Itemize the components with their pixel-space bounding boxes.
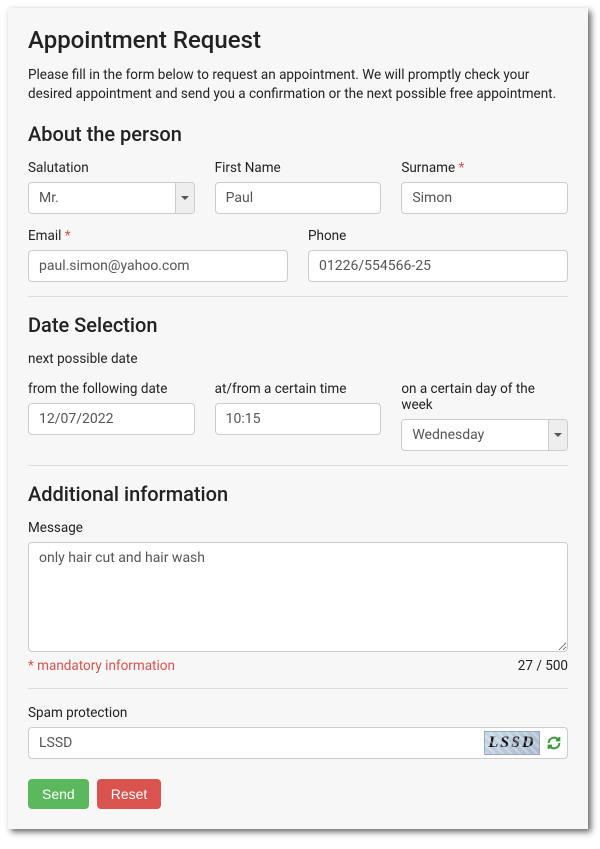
message-label: Message bbox=[28, 520, 568, 536]
intro-text: Please fill in the form below to request… bbox=[28, 66, 568, 104]
reset-button[interactable]: Reset bbox=[97, 779, 162, 809]
weekday-label: on a certain day of the week bbox=[401, 381, 568, 413]
appointment-form: Appointment Request Please fill in the f… bbox=[8, 8, 588, 829]
divider bbox=[28, 296, 568, 297]
captcha-image: LSSD bbox=[484, 731, 540, 755]
weekday-select[interactable]: Wednesday bbox=[401, 419, 568, 451]
surname-input[interactable] bbox=[401, 182, 568, 214]
refresh-captcha-icon[interactable] bbox=[546, 735, 562, 751]
firstname-input[interactable] bbox=[215, 182, 382, 214]
from-date-input[interactable] bbox=[28, 403, 195, 435]
char-counter: 27 / 500 bbox=[518, 658, 568, 674]
section-date-heading: Date Selection bbox=[28, 313, 568, 337]
from-time-label: at/from a certain time bbox=[215, 381, 382, 397]
email-label: Email * bbox=[28, 228, 288, 244]
section-person-heading: About the person bbox=[28, 122, 568, 146]
send-button[interactable]: Send bbox=[28, 779, 89, 809]
from-date-label: from the following date bbox=[28, 381, 195, 397]
salutation-select[interactable]: Mr. bbox=[28, 182, 195, 214]
phone-label: Phone bbox=[308, 228, 568, 244]
section-additional-heading: Additional information bbox=[28, 482, 568, 506]
message-textarea[interactable]: only hair cut and hair wash bbox=[28, 542, 568, 652]
from-time-input[interactable] bbox=[215, 403, 382, 435]
surname-label: Surname * bbox=[401, 160, 568, 176]
salutation-label: Salutation bbox=[28, 160, 195, 176]
page-title: Appointment Request bbox=[28, 26, 568, 54]
spam-label: Spam protection bbox=[28, 705, 568, 721]
firstname-label: First Name bbox=[215, 160, 382, 176]
date-subnote: next possible date bbox=[28, 351, 568, 367]
mandatory-note: * mandatory information bbox=[28, 658, 175, 674]
divider bbox=[28, 688, 568, 689]
phone-input[interactable] bbox=[308, 250, 568, 282]
divider bbox=[28, 465, 568, 466]
email-input[interactable] bbox=[28, 250, 288, 282]
